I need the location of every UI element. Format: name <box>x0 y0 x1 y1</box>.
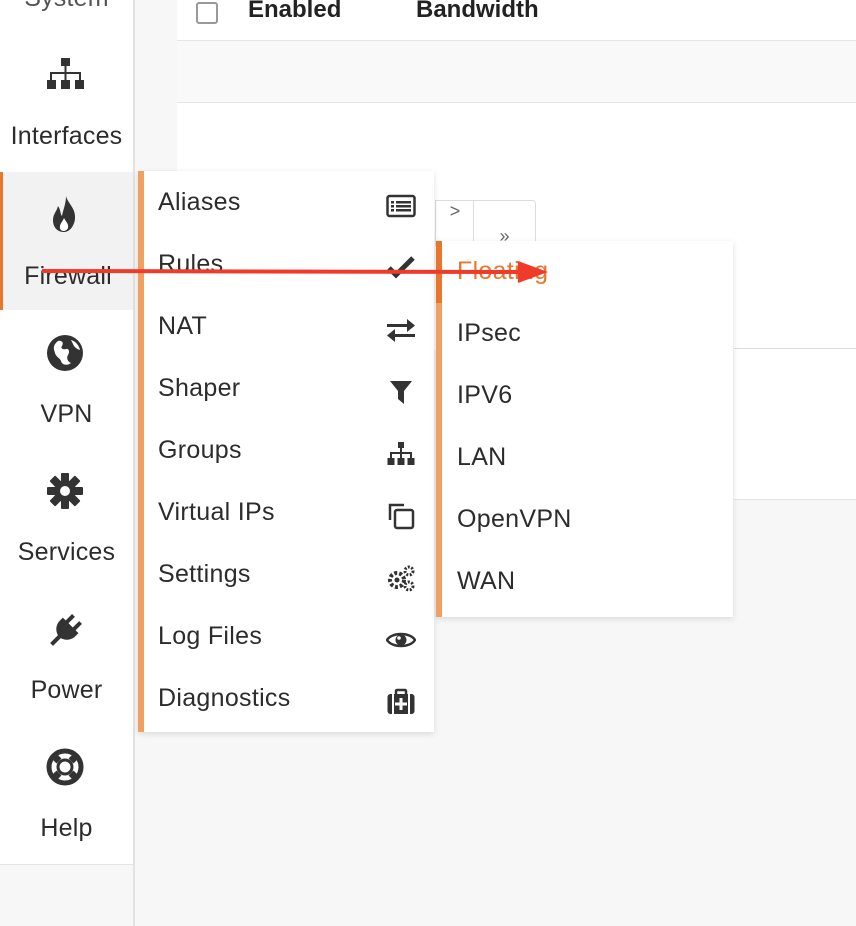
column-header-enabled[interactable]: Enabled <box>248 0 341 24</box>
menu-item-diagnostics[interactable]: Diagnostics <box>144 670 434 732</box>
sidebar-item-system[interactable]: System <box>0 0 133 35</box>
menu-item-label: Virtual IPs <box>158 498 275 526</box>
sidebar-item-interfaces[interactable]: Interfaces <box>0 40 133 170</box>
gears-icon <box>388 565 415 592</box>
sidebar: System Interfaces Firewall VPN <box>0 0 134 865</box>
menu-item-virtual-ips[interactable]: Virtual IPs <box>144 484 434 546</box>
gear-icon <box>47 473 83 509</box>
table-row <box>177 41 856 103</box>
menu-item-label: Log Files <box>158 622 263 650</box>
menu-item-floating[interactable]: Floating <box>442 241 733 303</box>
menu-item-wan[interactable]: WAN <box>442 551 733 613</box>
menu-item-aliases[interactable]: Aliases <box>144 174 434 236</box>
menu-item-settings[interactable]: Settings <box>144 546 434 608</box>
menu-item-label: IPV6 <box>457 381 513 409</box>
content-panel <box>734 349 856 500</box>
sidebar-item-label: Interfaces <box>10 122 123 150</box>
medkit-icon <box>387 688 415 714</box>
sidebar-item-firewall[interactable]: Firewall <box>0 172 133 310</box>
exchange-icon <box>387 319 415 342</box>
sidebar-border <box>133 0 135 926</box>
plug-icon <box>50 614 82 646</box>
menu-item-rules[interactable]: Rules <box>144 236 434 298</box>
menu-item-label: Groups <box>158 436 242 464</box>
menu-item-label: NAT <box>158 312 208 340</box>
sidebar-item-power[interactable]: Power <box>0 588 133 726</box>
menu-item-ipv6[interactable]: IPV6 <box>442 365 733 427</box>
table-header-row: Enabled Bandwidth <box>177 0 856 41</box>
sidebar-item-vpn[interactable]: VPN <box>0 312 133 450</box>
sidebar-item-help[interactable]: Help <box>0 726 133 864</box>
menu-item-label: Rules <box>158 250 224 278</box>
sidebar-item-label: Help <box>40 814 93 842</box>
menu-item-openvpn[interactable]: OpenVPN <box>442 489 733 551</box>
sidebar-item-label: VPN <box>40 400 93 428</box>
menu-item-label: WAN <box>457 567 516 595</box>
pager-next-button[interactable]: > <box>435 200 475 246</box>
eye-icon <box>386 632 416 648</box>
sitemap-icon <box>47 58 84 89</box>
menu-item-label: Floating <box>457 257 549 285</box>
fire-icon <box>53 196 76 232</box>
menu-item-label: Diagnostics <box>158 684 291 712</box>
menu-item-label: Aliases <box>158 188 241 216</box>
menu-item-log-files[interactable]: Log Files <box>144 608 434 670</box>
menu-item-label: IPsec <box>457 319 522 347</box>
sidebar-item-label: Power <box>30 676 103 704</box>
select-all-checkbox[interactable] <box>196 2 218 24</box>
check-icon <box>387 256 415 279</box>
menu-item-label: OpenVPN <box>457 505 572 533</box>
menu-item-lan[interactable]: LAN <box>442 427 733 489</box>
sidebar-item-label: Services <box>17 538 116 566</box>
column-header-bandwidth[interactable]: Bandwidth <box>416 0 539 24</box>
menu-item-label: Settings <box>158 560 251 588</box>
menu-item-label: LAN <box>457 443 507 471</box>
sidebar-item-services[interactable]: Services <box>0 450 133 588</box>
menu-item-shaper[interactable]: Shaper <box>144 360 434 422</box>
list-icon <box>386 194 416 218</box>
sidebar-item-label: System <box>0 0 133 13</box>
rules-submenu: Floating IPsec IPV6 LAN OpenVPN WAN <box>436 241 733 617</box>
globe-icon <box>47 335 83 371</box>
clone-icon <box>388 503 415 530</box>
filter-icon <box>390 381 412 404</box>
menu-item-nat[interactable]: NAT <box>144 298 434 360</box>
menu-item-groups[interactable]: Groups <box>144 422 434 484</box>
lifebuoy-icon <box>46 748 84 786</box>
firewall-submenu: Aliases Rules NAT Shaper Groups Virtual … <box>138 171 434 732</box>
sidebar-item-label: Firewall <box>24 262 112 290</box>
pager-last-button[interactable]: » <box>473 200 536 246</box>
sitemap-icon <box>387 442 415 465</box>
menu-item-label: Shaper <box>158 374 241 402</box>
menu-item-ipsec[interactable]: IPsec <box>442 303 733 365</box>
